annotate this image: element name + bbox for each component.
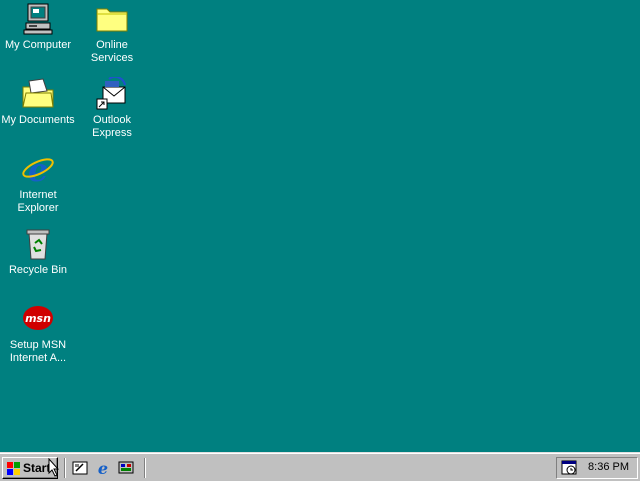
my-documents-icon	[21, 77, 55, 111]
svg-text:e: e	[28, 152, 48, 186]
desktop-icon-my-computer[interactable]: My Computer	[0, 2, 76, 52]
desktop-icon-outlook-express[interactable]: Outlook Express	[74, 75, 150, 140]
start-label: Start	[23, 461, 51, 475]
icon-label: Internet Explorer	[17, 189, 59, 214]
recycle-bin-icon	[21, 227, 55, 261]
desktop-icon-internet-explorer[interactable]: e Internet Explorer	[0, 151, 76, 215]
channels-icon[interactable]	[118, 460, 134, 476]
icon-label: My Computer	[4, 39, 72, 51]
taskbar-divider	[144, 458, 146, 478]
msn-icon: msn	[21, 302, 55, 336]
icon-label: Online Services	[90, 39, 134, 64]
show-desktop-icon[interactable]	[72, 460, 88, 476]
icon-label: Recycle Bin	[8, 264, 68, 276]
taskbar: Start e 8:36 PM	[0, 452, 640, 481]
internet-explorer-icon: e	[21, 151, 55, 189]
system-tray: 8:36 PM	[556, 457, 638, 479]
icon-label: Setup MSN Internet A...	[9, 339, 67, 364]
svg-text:e: e	[98, 460, 108, 476]
windows-logo-icon	[7, 462, 20, 475]
desktop-icon-my-documents[interactable]: My Documents	[0, 77, 76, 127]
scheduler-icon[interactable]	[561, 460, 577, 481]
taskbar-divider	[64, 458, 66, 478]
folder-icon	[95, 2, 129, 36]
icon-label: My Documents	[1, 114, 75, 126]
mouse-cursor-icon	[48, 458, 60, 477]
desktop: My Computer Online Services My Documents	[0, 0, 640, 452]
icon-label: Outlook Express	[92, 114, 132, 139]
my-computer-icon	[21, 2, 55, 36]
svg-text:msn: msn	[25, 312, 51, 325]
internet-explorer-icon[interactable]: e	[95, 459, 111, 478]
desktop-icon-recycle-bin[interactable]: Recycle Bin	[0, 227, 76, 277]
outlook-express-icon	[95, 75, 129, 111]
desktop-icon-online-services[interactable]: Online Services	[74, 2, 150, 65]
clock[interactable]: 8:36 PM	[588, 461, 629, 473]
desktop-icon-setup-msn[interactable]: msn Setup MSN Internet A...	[0, 302, 76, 365]
